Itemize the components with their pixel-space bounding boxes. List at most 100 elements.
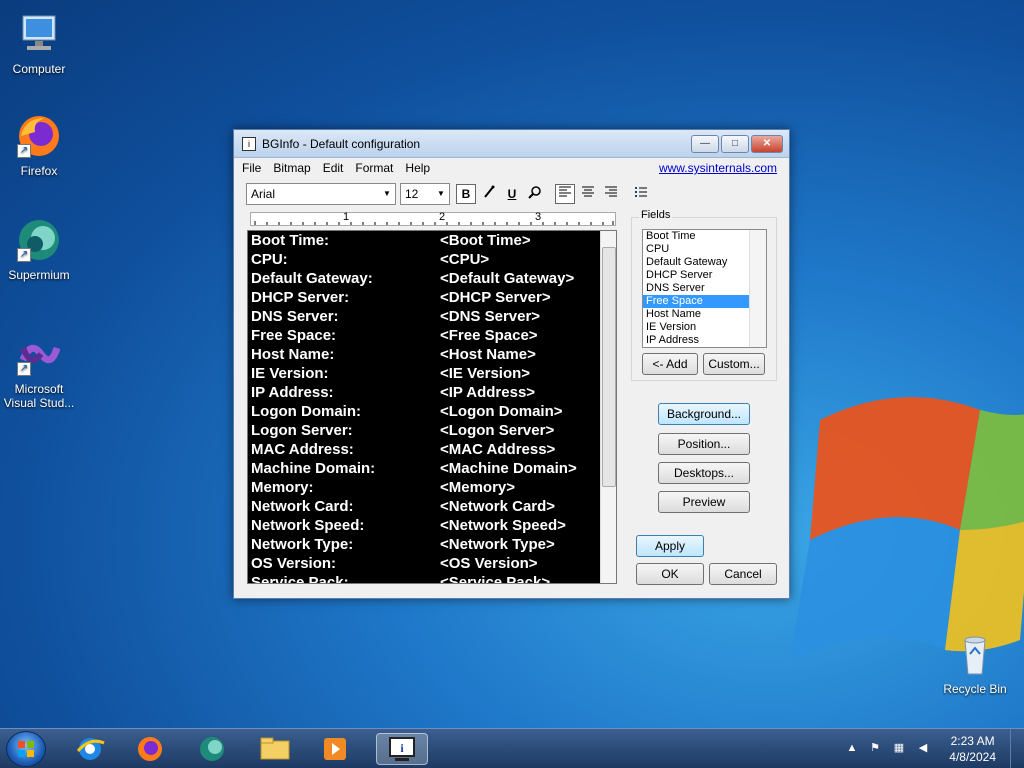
editor-row-label: Memory: <box>251 479 314 496</box>
desktop-icon-label: Computer <box>12 62 66 76</box>
editor-row: OS Version: <OS Version> <box>248 554 616 573</box>
menu-format[interactable]: Format <box>355 161 393 175</box>
volume-muted-icon[interactable]: ◀ <box>916 741 930 755</box>
fields-scrollbar[interactable] <box>749 230 766 347</box>
editor-row-label: Network Speed: <box>251 517 365 534</box>
editor-row-value: <Logon Domain> <box>440 403 563 420</box>
editor-row: DNS Server: <DNS Server> <box>248 307 616 326</box>
editor-row: IP Address: <IP Address> <box>248 383 616 402</box>
desktop-icon-label: Microsoft Visual Stud... <box>3 382 75 410</box>
action-center-icon[interactable]: ⚑ <box>868 741 882 755</box>
desktop-icon-supermium[interactable]: ↗ Supermium <box>0 216 78 282</box>
align-right-button[interactable] <box>601 184 621 204</box>
title-bar[interactable]: i BGInfo - Default configuration — □ ✕ <box>234 130 789 158</box>
desktop-icon-label: Supermium <box>8 268 70 282</box>
editor-row: MAC Address: <MAC Address> <box>248 440 616 459</box>
bullets-button[interactable] <box>631 184 651 204</box>
close-button[interactable]: ✕ <box>751 134 783 153</box>
font-size-value: 12 <box>405 187 419 201</box>
network-icon[interactable]: ▦ <box>892 741 906 755</box>
field-item[interactable]: CPU <box>643 243 766 256</box>
editor-row: Network Card: <Network Card> <box>248 497 616 516</box>
editor-row: Network Type: <Network Type> <box>248 535 616 554</box>
editor-row-label: IP Address: <box>251 384 334 401</box>
maximize-button[interactable]: □ <box>721 134 749 153</box>
recycle-bin-icon <box>951 630 999 678</box>
info-editor[interactable]: Boot Time: <Boot Time> CPU: <CPU> Default … <box>247 230 617 584</box>
editor-scrollbar[interactable] <box>600 231 616 583</box>
align-center-button[interactable] <box>578 184 598 204</box>
desktop-icon-computer[interactable]: Computer <box>0 10 78 76</box>
show-hidden-icons-icon[interactable]: ▲ <box>845 741 859 755</box>
ruler-mark: 2 <box>439 211 446 223</box>
editor-row-label: Logon Domain: <box>251 403 361 420</box>
add-field-button[interactable]: <- Add <box>642 353 698 375</box>
ruler-mark: 1 <box>343 211 350 223</box>
font-color-button[interactable] <box>525 184 545 204</box>
cancel-button[interactable]: Cancel <box>709 563 777 585</box>
field-item-selected[interactable]: Free Space <box>643 295 766 308</box>
editor-row: DHCP Server: <DHCP Server> <box>248 288 616 307</box>
internet-explorer-icon[interactable] <box>70 733 110 765</box>
media-player-icon[interactable] <box>315 733 355 765</box>
position-button[interactable]: Position... <box>658 433 750 455</box>
editor-row-value: <DNS Server> <box>440 308 541 325</box>
editor-row-value: <Network Card> <box>440 498 556 515</box>
editor-row-label: Machine Domain: <box>251 460 376 477</box>
magnifier-icon <box>528 186 541 199</box>
underline-button[interactable]: U <box>502 184 522 204</box>
menu-edit[interactable]: Edit <box>323 161 344 175</box>
menu-file[interactable]: File <box>242 161 261 175</box>
background-button[interactable]: Background... <box>658 403 750 425</box>
editor-row-value: <CPU> <box>440 251 490 268</box>
italic-button[interactable] <box>479 184 499 204</box>
field-item[interactable]: Host Name <box>643 308 766 321</box>
ok-button[interactable]: OK <box>636 563 704 585</box>
field-item[interactable]: Default Gateway <box>643 256 766 269</box>
file-explorer-icon[interactable] <box>255 733 295 765</box>
sysinternals-link[interactable]: www.sysinternals.com <box>659 161 777 175</box>
system-clock[interactable]: 2:23 AM 4/8/2024 <box>949 733 996 765</box>
computer-icon <box>15 10 63 58</box>
desktop-icon-recycle-bin[interactable]: Recycle Bin <box>936 630 1014 696</box>
apply-button[interactable]: Apply <box>636 535 704 557</box>
font-name-select[interactable]: Arial ▼ <box>246 183 396 205</box>
fields-label: Fields <box>639 209 673 221</box>
editor-row-value: <Default Gateway> <box>440 270 575 287</box>
firefox-icon[interactable] <box>130 733 170 765</box>
align-left-button[interactable] <box>555 184 575 204</box>
clock-time: 2:23 AM <box>950 734 995 748</box>
shortcut-arrow-icon: ↗ <box>17 248 31 262</box>
field-item[interactable]: Boot Time <box>643 230 766 243</box>
desktop-icon-label: Recycle Bin <box>943 682 1007 696</box>
bginfo-icon[interactable]: i <box>376 733 428 765</box>
window-title: BGInfo - Default configuration <box>262 136 421 151</box>
desktops-button[interactable]: Desktops... <box>658 462 750 484</box>
menu-help[interactable]: Help <box>405 161 430 175</box>
desktop-icon-visual-studio[interactable]: ↗ Microsoft Visual Stud... <box>0 330 78 410</box>
align-left-icon <box>559 186 571 197</box>
field-item[interactable]: IE Version <box>643 321 766 334</box>
show-desktop-button[interactable] <box>1010 729 1024 768</box>
shortcut-arrow-icon: ↗ <box>17 144 31 158</box>
custom-button[interactable]: Custom... <box>703 353 765 375</box>
editor-row-value: <Network Type> <box>440 536 555 553</box>
menu-bitmap[interactable]: Bitmap <box>273 161 310 175</box>
align-center-icon <box>582 186 594 197</box>
editor-row-value: <Logon Server> <box>440 422 555 439</box>
desktop-icon-firefox[interactable]: ↗ Firefox <box>0 112 78 178</box>
preview-button[interactable]: Preview <box>658 491 750 513</box>
field-item[interactable]: DNS Server <box>643 282 766 295</box>
supermium-icon[interactable] <box>192 733 232 765</box>
scrollbar-thumb[interactable] <box>602 247 616 487</box>
field-item[interactable]: IP Address <box>643 334 766 347</box>
minimize-button[interactable]: — <box>691 134 719 153</box>
font-size-select[interactable]: 12 ▼ <box>400 183 450 205</box>
editor-row-label: Boot Time: <box>251 232 330 249</box>
editor-row-label: Logon Server: <box>251 422 353 439</box>
start-button[interactable] <box>6 731 46 767</box>
field-item[interactable]: DHCP Server <box>643 269 766 282</box>
bold-button[interactable]: B <box>456 184 476 204</box>
fields-list[interactable]: Boot Time CPU Default Gateway DHCP Serve… <box>642 229 767 348</box>
editor-row: Default Gateway: <Default Gateway> <box>248 269 616 288</box>
